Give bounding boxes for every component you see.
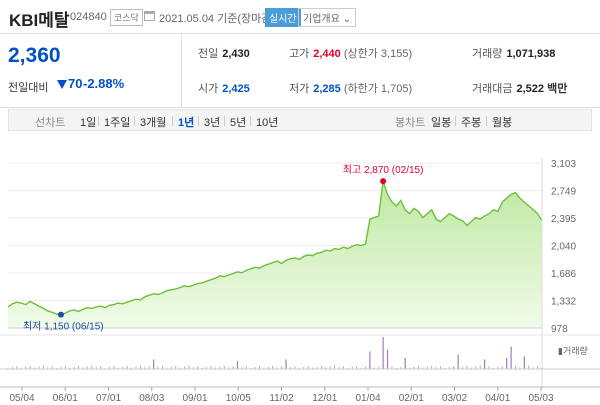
stock-name[interactable]: KBI메탈 bbox=[9, 6, 70, 31]
y-tick-label: 3,103 bbox=[551, 159, 576, 170]
price-chart: 3,103 2,749 2,395 2,040 1,686 1,332 978 최고 2,87… bbox=[0, 135, 600, 405]
high-value: 2,440 bbox=[313, 48, 341, 60]
x-tick-label: 02/01 bbox=[399, 393, 424, 404]
period-5y[interactable]: 5년 bbox=[230, 114, 246, 130]
y-tick-label: 2,749 bbox=[551, 187, 576, 198]
candle-daily[interactable]: 일봉 bbox=[431, 114, 451, 130]
y-tick-label: 1,686 bbox=[551, 269, 576, 280]
market-badge: 코스닥 bbox=[110, 9, 143, 26]
low-stat: 저가 2,285 (하한가 1,705) bbox=[289, 80, 412, 96]
high-annotation: 최고 2,870 (02/15) bbox=[343, 164, 424, 176]
down-arrow-icon bbox=[57, 80, 67, 89]
lower-limit: (하한가 1,705) bbox=[343, 83, 413, 95]
low-annotation: 최저 1,150 (06/15) bbox=[23, 321, 104, 333]
high-label: 고가 bbox=[289, 48, 310, 60]
date-text: 2021.05.04 기준(장마감) bbox=[159, 13, 276, 25]
prev-close-value: 2,430 bbox=[222, 48, 250, 60]
price-chart-svg: 3,103 2,749 2,395 2,040 1,686 1,332 978 최고 2,87… bbox=[0, 158, 600, 404]
x-tick-label: 03/02 bbox=[442, 393, 467, 404]
y-tick-label: 978 bbox=[551, 324, 568, 335]
separator bbox=[198, 116, 199, 126]
low-label: 저가 bbox=[289, 83, 310, 95]
upper-limit: (상한가 3,155) bbox=[343, 48, 413, 60]
company-overview-button[interactable]: 기업개요 ⌄ bbox=[298, 8, 356, 27]
separator bbox=[134, 116, 135, 126]
separator bbox=[486, 116, 487, 126]
x-tick-label: 07/01 bbox=[96, 393, 121, 404]
high-stat: 고가 2,440 (상한가 3,155) bbox=[289, 45, 412, 61]
chevron-down-icon: ⌄ bbox=[342, 14, 351, 25]
prev-close-stat: 전일 2,430 bbox=[198, 45, 250, 61]
separator bbox=[98, 116, 99, 126]
x-tick-label: 12/01 bbox=[312, 393, 337, 404]
separator bbox=[224, 116, 225, 126]
x-tick-label: 01/04 bbox=[355, 393, 380, 404]
x-tick-label: 11/02 bbox=[269, 393, 294, 404]
volume-stat: 거래량 1,071,938 bbox=[472, 45, 555, 61]
price-summary: 2,360 전일대비 70 -2.88% 전일 2,430 고가 2,440 (상한… bbox=[0, 34, 600, 108]
prev-close-label: 전일 bbox=[198, 48, 219, 60]
separator bbox=[172, 116, 173, 126]
period-10y[interactable]: 10년 bbox=[256, 114, 278, 130]
y-tick-label: 2,395 bbox=[551, 214, 576, 225]
open-stat: 시가 2,425 bbox=[198, 80, 250, 96]
calendar-icon bbox=[144, 11, 155, 21]
separator bbox=[455, 116, 456, 126]
amount-stat: 거래대금 2,522 백만 bbox=[472, 80, 567, 96]
volume-value: 1,071,938 bbox=[506, 48, 556, 60]
candle-monthly[interactable]: 월봉 bbox=[492, 114, 512, 130]
x-tick-label: 06/01 bbox=[53, 393, 78, 404]
period-1d[interactable]: 1일 bbox=[80, 114, 96, 130]
amount-value: 2,522 bbox=[516, 83, 545, 95]
high-marker bbox=[380, 178, 387, 185]
amount-unit: 백만 bbox=[547, 83, 568, 95]
period-1w[interactable]: 1주일 bbox=[104, 114, 130, 130]
low-value: 2,285 bbox=[313, 83, 341, 95]
volume-label: ▮거래량 bbox=[558, 345, 588, 356]
change-rate: -2.88% bbox=[83, 76, 125, 91]
candle-weekly[interactable]: 주봉 bbox=[461, 114, 481, 130]
x-tick-label: 10/05 bbox=[226, 393, 251, 404]
line-chart-label: 선차트 bbox=[35, 117, 66, 129]
open-value: 2,425 bbox=[222, 83, 250, 95]
candle-chart-label: 봉차트 bbox=[395, 117, 426, 129]
y-tick-label: 2,040 bbox=[551, 242, 576, 253]
separator bbox=[250, 116, 251, 126]
x-tick-label: 04/01 bbox=[485, 393, 510, 404]
period-1y[interactable]: 1년 bbox=[178, 114, 194, 130]
current-price: 2,360 bbox=[8, 44, 61, 67]
amount-label: 거래대금 bbox=[472, 83, 513, 95]
stock-header: KBI메탈 024840 코스닥 2021.05.04 기준(장마감) 실시간 … bbox=[0, 0, 600, 34]
y-tick-label: 1,332 bbox=[551, 297, 576, 308]
period-3y[interactable]: 3년 bbox=[204, 114, 220, 130]
price-area bbox=[8, 181, 542, 328]
volume-label: 거래량 bbox=[472, 48, 503, 60]
x-tick-label: 08/03 bbox=[139, 393, 164, 404]
stock-code: 024840 bbox=[70, 11, 107, 23]
period-3m[interactable]: 3개월 bbox=[140, 114, 166, 130]
realtime-button[interactable]: 실시간 bbox=[265, 8, 301, 27]
summary-divider bbox=[181, 34, 182, 108]
x-tick-label: 09/01 bbox=[182, 393, 207, 404]
low-marker bbox=[57, 311, 64, 318]
overview-label: 기업개요 bbox=[303, 14, 340, 25]
x-tick-label: 05/03 bbox=[528, 393, 553, 404]
x-tick-label: 05/04 bbox=[9, 393, 34, 404]
change-label: 전일대비 bbox=[8, 82, 49, 94]
change-value: 70 bbox=[68, 76, 83, 91]
open-label: 시가 bbox=[198, 83, 219, 95]
period-selector: 선차트 1일 1주일 3개월 1년 3년 5년 10년 봉차트 일봉 주봉 월봉 bbox=[8, 109, 592, 131]
